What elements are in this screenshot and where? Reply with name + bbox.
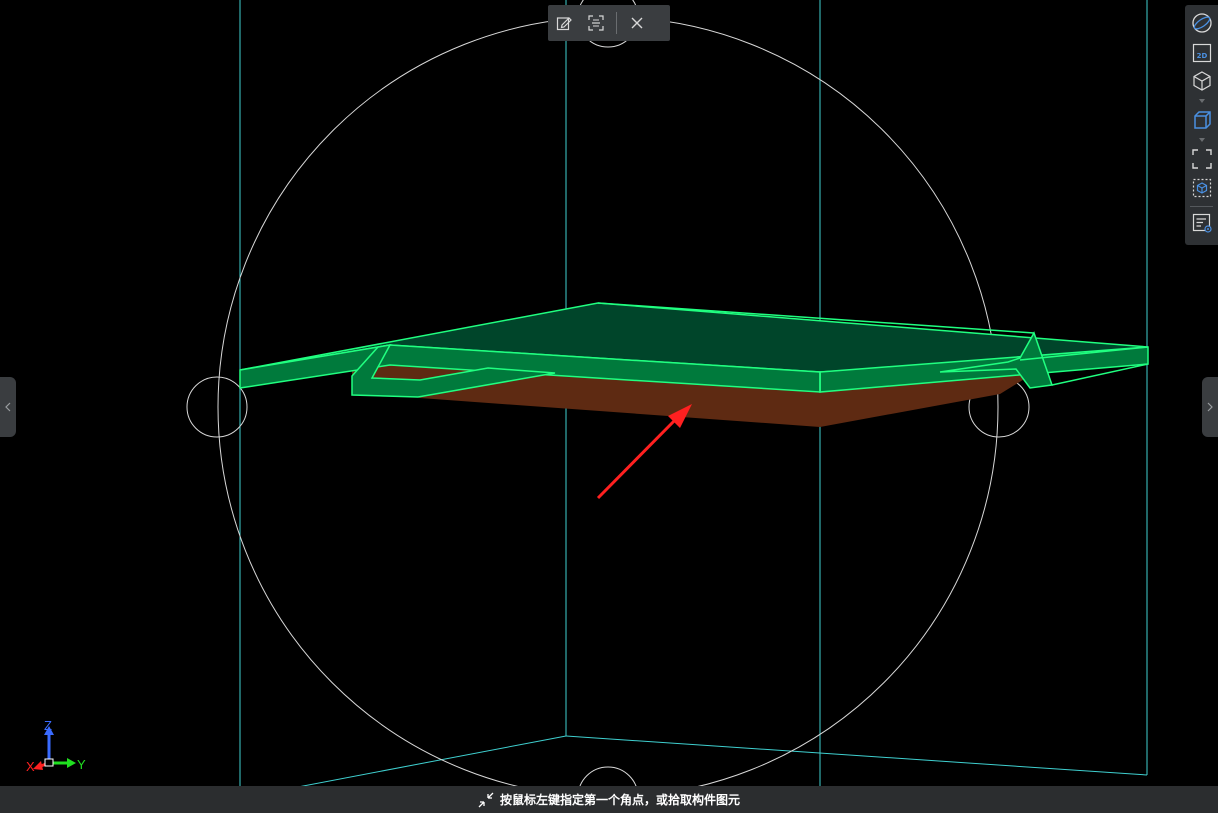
toolbar-divider xyxy=(1190,206,1213,207)
chevron-left-icon xyxy=(5,402,11,412)
view-2d-icon: 2D xyxy=(1192,43,1212,63)
top-toolbar xyxy=(548,5,670,41)
axis-gizmo: Z X Y xyxy=(20,716,90,776)
view-3d-cube-icon xyxy=(1193,71,1211,91)
annotation-arrow xyxy=(596,404,692,500)
svg-text:2D: 2D xyxy=(1197,52,1208,60)
left-panel-toggle[interactable] xyxy=(0,377,16,437)
orbit-sphere-icon xyxy=(1192,13,1212,33)
caret-down-icon[interactable] xyxy=(1198,98,1206,104)
box-select-button[interactable] xyxy=(1189,175,1215,201)
status-message: 按鼠标左键指定第一个角点，或拾取构件图元 xyxy=(499,793,740,807)
3d-viewport[interactable]: 2D Z X Y 按鼠标左键指定第一个角点，或拾取构件图元 xyxy=(0,0,1218,813)
scan-select-icon xyxy=(588,15,604,31)
right-panel-toggle[interactable] xyxy=(1202,377,1218,437)
close-button[interactable] xyxy=(621,5,653,41)
display-settings-icon xyxy=(1192,213,1212,233)
model-scene[interactable] xyxy=(0,0,1218,813)
caret-down-icon[interactable] xyxy=(1198,137,1206,143)
status-bar: 按鼠标左键指定第一个角点，或拾取构件图元 xyxy=(0,786,1218,813)
edit-icon xyxy=(556,17,572,31)
chevron-right-icon xyxy=(1207,402,1213,412)
edit-button[interactable] xyxy=(548,5,580,41)
view-3d-button[interactable] xyxy=(1189,68,1215,94)
display-settings-button[interactable] xyxy=(1189,210,1215,236)
fit-view-icon xyxy=(1192,149,1212,169)
y-axis-label: Y xyxy=(77,757,86,772)
orbit-button[interactable] xyxy=(1189,10,1215,36)
close-icon xyxy=(631,17,643,29)
view-2d-button[interactable]: 2D xyxy=(1189,40,1215,66)
view-toolbar: 2D xyxy=(1185,5,1218,245)
scan-select-button[interactable] xyxy=(580,5,612,41)
z-axis-label: Z xyxy=(44,718,52,733)
solid-cube-icon xyxy=(1194,111,1211,129)
shrink-arrows-icon[interactable] xyxy=(478,792,494,808)
box-select-icon xyxy=(1192,178,1212,198)
x-axis-label: X xyxy=(26,759,35,774)
toolbar-divider xyxy=(616,12,617,34)
fit-view-button[interactable] xyxy=(1189,146,1215,172)
solid-view-button[interactable] xyxy=(1189,107,1215,133)
